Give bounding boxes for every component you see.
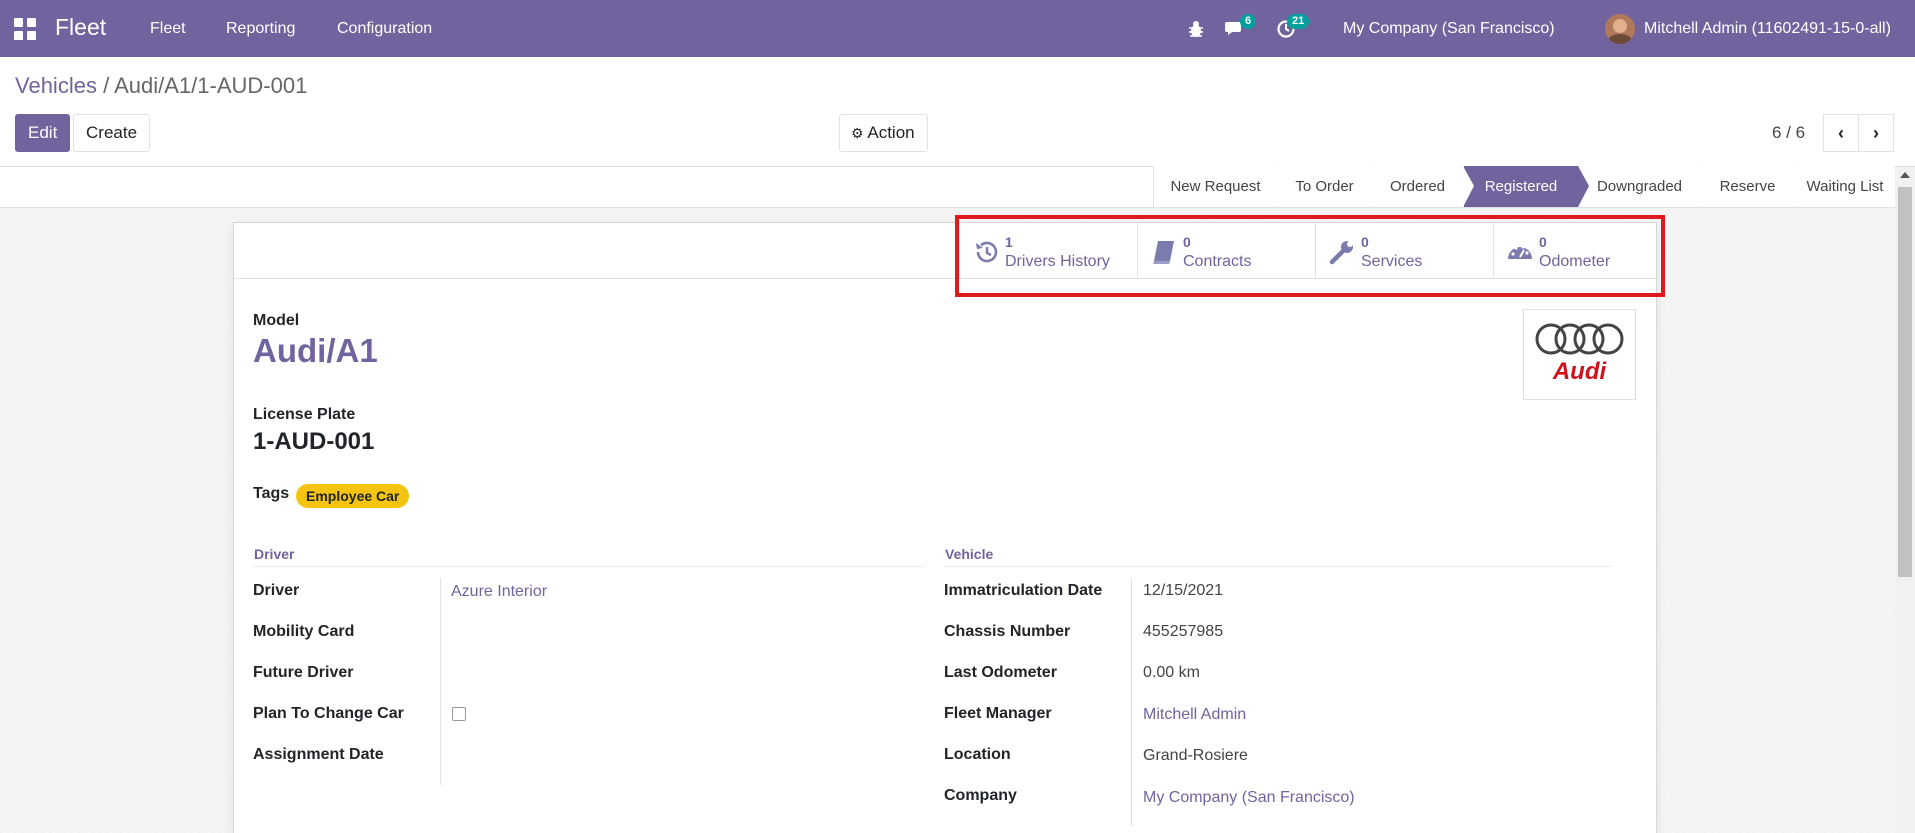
stage-label: To Order bbox=[1295, 178, 1354, 195]
plan-to-change-car-label: Plan To Change Car bbox=[253, 705, 404, 722]
status-bar: New Request To Order Ordered Registered … bbox=[1153, 166, 1895, 207]
license-plate-label: License Plate bbox=[253, 406, 356, 423]
company-switcher[interactable]: My Company (San Francisco) bbox=[1343, 20, 1555, 38]
chassis-number-value: 455257985 bbox=[1143, 623, 1224, 640]
action-label: Action bbox=[867, 123, 915, 142]
driver-label: Driver bbox=[253, 582, 300, 599]
model-label: Model bbox=[253, 312, 300, 329]
immatriculation-date-label: Immatriculation Date bbox=[944, 582, 1103, 599]
stage-to-order[interactable]: To Order bbox=[1277, 166, 1382, 207]
status-bar-divider bbox=[0, 207, 1895, 208]
tags-label: Tags bbox=[253, 485, 290, 502]
vehicle-logo: Audi bbox=[1523, 309, 1636, 400]
audi-rings-logo bbox=[1535, 323, 1624, 355]
scrollbar-thumb[interactable] bbox=[1898, 187, 1912, 577]
stage-registered[interactable]: Registered bbox=[1463, 166, 1589, 207]
vehicle-column-divider bbox=[1131, 578, 1132, 826]
chassis-number-label: Chassis Number bbox=[944, 623, 1071, 640]
menu-configuration[interactable]: Configuration bbox=[337, 20, 432, 38]
activities-count-badge: 21 bbox=[1287, 14, 1310, 29]
stage-label: New Request bbox=[1170, 178, 1261, 195]
fleet-manager-value[interactable]: Mitchell Admin bbox=[1143, 706, 1246, 724]
edit-button[interactable]: Edit bbox=[15, 114, 71, 152]
user-avatar[interactable] bbox=[1605, 14, 1635, 44]
chevron-right-icon: › bbox=[1873, 122, 1879, 143]
stage-downgraded[interactable]: Downgraded bbox=[1578, 166, 1711, 207]
app-brand[interactable]: Fleet bbox=[55, 14, 106, 41]
top-navbar: Fleet Fleet Reporting Configuration 6 21… bbox=[0, 0, 1915, 57]
tag-badge[interactable]: Employee Car bbox=[296, 484, 410, 508]
stage-ordered[interactable]: Ordered bbox=[1371, 166, 1474, 207]
license-plate-value: 1-AUD-001 bbox=[253, 428, 375, 455]
action-button[interactable]: ⚙ Action bbox=[839, 114, 928, 152]
menu-fleet[interactable]: Fleet bbox=[150, 20, 186, 38]
driver-group-title: Driver bbox=[254, 546, 295, 562]
last-odometer-label: Last Odometer bbox=[944, 664, 1057, 681]
chevron-left-icon: ‹ bbox=[1838, 122, 1844, 143]
driver-value[interactable]: Azure Interior bbox=[451, 583, 547, 601]
apps-menu-icon[interactable] bbox=[14, 18, 36, 40]
messages-count-badge: 6 bbox=[1240, 14, 1257, 29]
pager-previous-button[interactable]: ‹ bbox=[1823, 114, 1859, 152]
fleet-manager-label: Fleet Manager bbox=[944, 705, 1052, 722]
vehicle-group-title: Vehicle bbox=[945, 546, 994, 562]
location-label: Location bbox=[944, 746, 1011, 763]
stage-label: Ordered bbox=[1389, 178, 1446, 195]
menu-reporting[interactable]: Reporting bbox=[226, 20, 295, 38]
vehicle-group-separator bbox=[944, 566, 1612, 567]
scroll-up-arrow-icon[interactable] bbox=[1900, 172, 1910, 178]
breadcrumb-separator: / bbox=[103, 73, 110, 98]
driver-group-separator bbox=[253, 566, 925, 567]
create-button[interactable]: Create bbox=[73, 114, 151, 152]
breadcrumb-current: Audi/A1/1-AUD-001 bbox=[114, 73, 308, 98]
pager-value[interactable]: 6 / 6 bbox=[1772, 123, 1805, 143]
logo-brand-text: Audi bbox=[1552, 358, 1607, 385]
company-label: Company bbox=[944, 787, 1017, 804]
driver-column-divider bbox=[440, 578, 441, 785]
last-odometer-value: 0.00 km bbox=[1143, 664, 1200, 681]
form-sheet: 1 Drivers History 0 Contracts 0 Services bbox=[233, 222, 1657, 833]
stage-label: Downgraded bbox=[1596, 178, 1683, 195]
breadcrumb: Vehicles / Audi/A1/1-AUD-001 bbox=[15, 73, 307, 99]
future-driver-label: Future Driver bbox=[253, 664, 354, 681]
stage-reserve[interactable]: Reserve bbox=[1700, 166, 1805, 207]
plan-to-change-car-checkbox[interactable] bbox=[452, 707, 466, 721]
stage-waiting-list[interactable]: Waiting List bbox=[1794, 166, 1895, 207]
stage-label: Waiting List bbox=[1806, 178, 1884, 195]
stage-label: Registered bbox=[1484, 178, 1558, 195]
immatriculation-date-value: 12/15/2021 bbox=[1143, 582, 1224, 599]
user-menu[interactable]: Mitchell Admin (11602491-15-0-all) bbox=[1644, 20, 1891, 38]
breadcrumb-vehicles-link[interactable]: Vehicles bbox=[15, 73, 97, 98]
smart-buttons-highlight bbox=[955, 215, 1665, 297]
stage-new-request[interactable]: New Request bbox=[1153, 166, 1288, 207]
gear-icon: ⚙ bbox=[851, 125, 864, 141]
bug-icon[interactable] bbox=[1188, 20, 1204, 38]
pager-next-button[interactable]: › bbox=[1858, 114, 1894, 152]
assignment-date-label: Assignment Date bbox=[253, 746, 384, 763]
company-value[interactable]: My Company (San Francisco) bbox=[1143, 789, 1355, 807]
stage-label: Reserve bbox=[1719, 178, 1776, 195]
location-value: Grand-Rosiere bbox=[1143, 747, 1248, 764]
model-value[interactable]: Audi/A1 bbox=[253, 332, 378, 370]
mobility-card-label: Mobility Card bbox=[253, 623, 355, 640]
